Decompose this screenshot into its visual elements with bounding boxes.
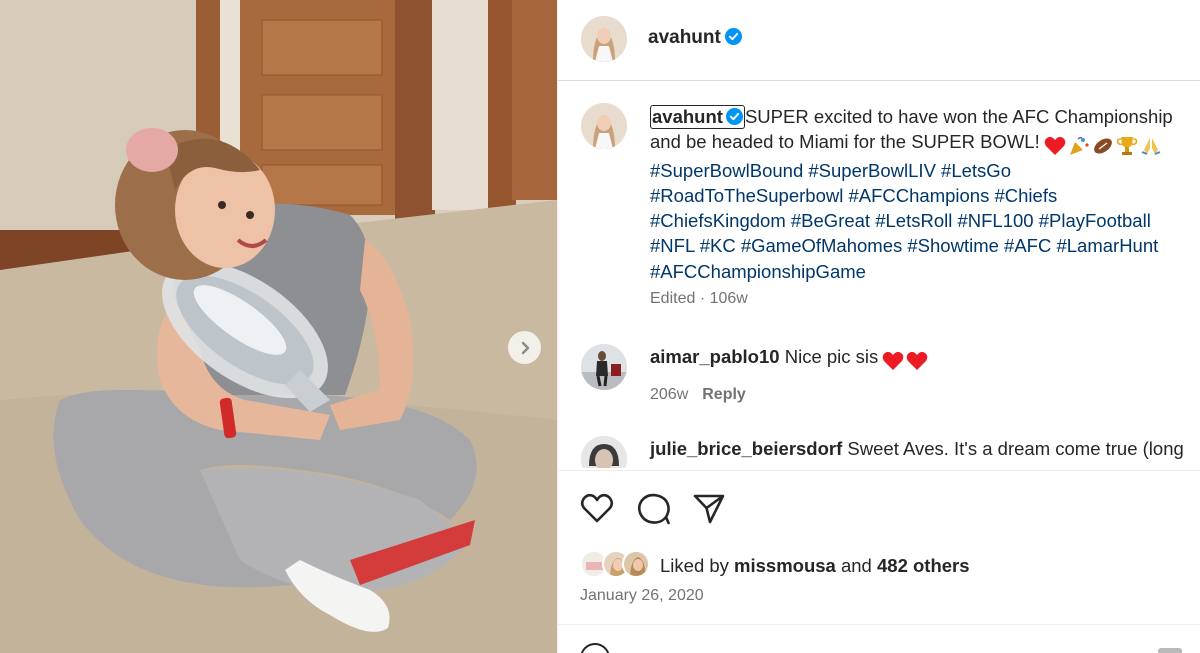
post-photo xyxy=(0,0,557,653)
liker-avatars[interactable] xyxy=(580,550,658,580)
red-heart-icon xyxy=(1044,137,1066,156)
commenter-avatar[interactable] xyxy=(581,344,627,390)
verified-badge-icon xyxy=(724,28,742,45)
caption-username-link[interactable]: avahunt xyxy=(650,105,745,129)
avatar-image xyxy=(581,436,627,468)
commenter-avatar[interactable] xyxy=(581,436,627,468)
comment-username[interactable]: aimar_pablo10 xyxy=(650,346,780,367)
reply-button[interactable]: Reply xyxy=(702,386,746,403)
actions-divider xyxy=(558,470,1200,471)
comment-text-line: julie_brice_beiersdorf Sweet Aves. It's … xyxy=(650,438,1184,460)
photo-illustration xyxy=(0,0,557,653)
caption-author-avatar[interactable] xyxy=(581,103,627,149)
author-username-text[interactable]: avahunt xyxy=(648,27,721,48)
heart-outline-icon xyxy=(580,493,614,523)
comment-meta: 206w Reply xyxy=(650,386,746,404)
avatar-image xyxy=(581,344,627,390)
comment-text: Nice pic sis xyxy=(784,346,879,367)
post-details-panel: avahunt avahunt SUPER excited to have won… xyxy=(557,0,1200,653)
likes-prefix: Liked by xyxy=(660,555,729,576)
footer-divider xyxy=(558,624,1200,625)
comment: julie_brice_beiersdorf Sweet Aves. It's … xyxy=(558,436,1200,468)
post-caption: avahunt SUPER excited to have won the AFC… xyxy=(650,104,1195,284)
like-button[interactable] xyxy=(580,492,614,529)
party-popper-icon xyxy=(1069,137,1089,156)
comment-button[interactable] xyxy=(637,492,671,531)
comment-emojis xyxy=(882,349,930,371)
caption-hashtags[interactable]: #SuperBowlBound #SuperBowlLIV #LetsGo #R… xyxy=(650,160,1158,282)
comment-text-line: aimar_pablo10 Nice pic sis xyxy=(650,346,930,371)
comment-time: 206w xyxy=(650,386,689,403)
author-avatar[interactable] xyxy=(581,16,627,62)
paper-plane-icon xyxy=(693,494,725,524)
comment-bubble-icon xyxy=(637,493,670,525)
folded-hands-icon xyxy=(1141,138,1161,156)
caption-meta: Edited · 106w xyxy=(650,290,748,307)
liked-by-user[interactable]: missmousa xyxy=(734,555,836,576)
post-button[interactable] xyxy=(1158,648,1182,653)
caption-emojis xyxy=(1044,132,1164,157)
caption-username-text[interactable]: avahunt xyxy=(652,106,723,127)
post-header: avahunt xyxy=(558,0,1200,81)
avatar-image xyxy=(581,16,627,62)
likes-text: Liked by missmousa and 482 others xyxy=(660,555,970,577)
trophy-icon xyxy=(1116,137,1138,156)
verified-badge-icon xyxy=(725,108,743,125)
red-heart-icon xyxy=(906,351,928,371)
chevron-right-icon xyxy=(521,341,529,354)
avatar-image xyxy=(581,103,627,149)
red-heart-icon xyxy=(882,351,904,371)
american-football-icon xyxy=(1093,138,1112,154)
next-photo-button[interactable] xyxy=(508,331,541,364)
share-button[interactable] xyxy=(692,492,726,531)
liker-avatar xyxy=(622,550,650,578)
author-username[interactable]: avahunt xyxy=(648,27,742,49)
post-date[interactable]: January 26, 2020 xyxy=(580,587,704,605)
comment-username[interactable]: julie_brice_beiersdorf xyxy=(650,438,842,459)
comment-text: Sweet Aves. It's a dream come true (long xyxy=(847,438,1184,459)
likes-middle: and xyxy=(840,555,872,576)
emoji-picker-icon[interactable] xyxy=(580,643,610,653)
likes-others-link[interactable]: 482 others xyxy=(877,555,970,576)
